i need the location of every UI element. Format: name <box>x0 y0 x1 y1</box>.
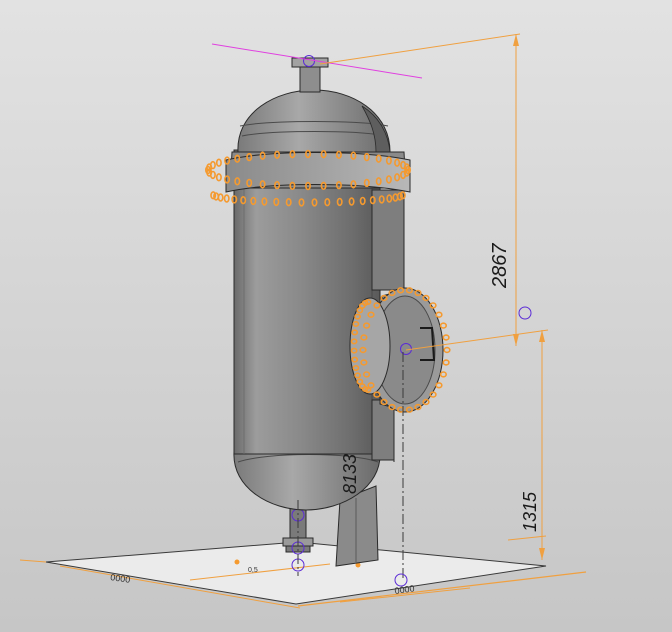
base-plate-small-mark: 0,5 <box>248 567 258 574</box>
cad-viewport[interactable]: 0000 0000 0,5 2867 1315 8133 <box>0 0 672 632</box>
base-anchor-marker <box>234 559 240 565</box>
dimension-1315-label: 1315 <box>520 491 540 532</box>
vessel-model-scene[interactable]: 0000 0000 0,5 2867 1315 8133 <box>0 0 672 632</box>
shell-side-label: 8133 <box>340 454 360 494</box>
dimension-2867-label: 2867 <box>489 243 511 289</box>
